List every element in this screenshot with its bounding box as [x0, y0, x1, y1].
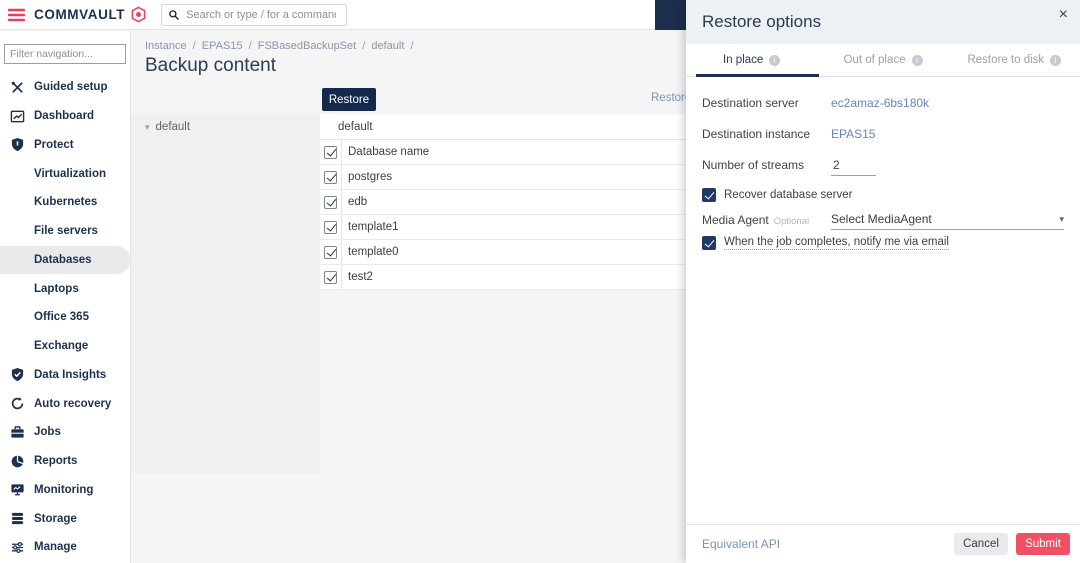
breadcrumb-instance[interactable]: Instance [145, 40, 187, 52]
tools-icon [10, 80, 25, 95]
sidebar-item-auto-recovery[interactable]: Auto recovery [0, 389, 130, 418]
backup-tree-panel: ▾ default [131, 114, 320, 473]
row-checkbox[interactable] [324, 221, 337, 234]
submit-button[interactable]: Submit [1016, 533, 1070, 555]
row-checkbox[interactable] [324, 196, 337, 209]
panel-title: Restore options [702, 12, 1059, 32]
info-icon[interactable]: i [912, 55, 923, 66]
sidebar-item-storage[interactable]: Storage [0, 504, 130, 533]
sidebar-item-manage[interactable]: Manage [0, 533, 130, 562]
table-group-header: default [320, 114, 686, 140]
sidebar-item-file-servers[interactable]: File servers [0, 217, 130, 246]
tab-in-place[interactable]: In place i [686, 44, 817, 76]
restore-button[interactable]: Restore [322, 88, 376, 111]
sidebar-item-guided-setup[interactable]: Guided setup [0, 73, 130, 102]
recover-checkbox[interactable] [702, 188, 716, 202]
select-all-checkbox[interactable] [324, 146, 337, 159]
sidebar-item-office-365[interactable]: Office 365 [0, 303, 130, 332]
main-content: Instance / EPAS15 / FSBasedBackupSet / d… [131, 31, 686, 563]
table-row-postgres[interactable]: postgres [320, 165, 686, 190]
sidebar-item-data-insights[interactable]: Data Insights [0, 361, 130, 390]
restore-options-panel: Restore options × In place i Out of plac… [686, 0, 1080, 563]
restore-link-truncated[interactable]: Restore [651, 92, 686, 104]
sidebar-item-laptops[interactable]: Laptops [0, 274, 130, 303]
media-agent-row: Media AgentOptional Select MediaAgent ▾ [702, 212, 1064, 230]
page-title: Backup content [145, 55, 276, 77]
close-icon[interactable]: × [1059, 7, 1068, 23]
briefcase-icon [10, 425, 25, 440]
destination-server-value[interactable]: ec2amaz-6bs180k [831, 96, 929, 110]
shield-icon [10, 137, 25, 152]
tree-node-default[interactable]: ▾ default [131, 114, 320, 133]
breadcrumb: Instance / EPAS15 / FSBasedBackupSet / d… [145, 40, 417, 52]
filter-navigation-input[interactable] [4, 44, 126, 64]
global-search[interactable] [161, 4, 347, 26]
commvault-brand-text: COMMVAULT [34, 7, 125, 22]
monitor-icon [10, 482, 25, 497]
destination-instance-value[interactable]: EPAS15 [831, 127, 875, 141]
row-checkbox[interactable] [324, 171, 337, 184]
top-bar: COMMVAULT [0, 0, 686, 30]
sidebar-item-virtualization[interactable]: Virtualization [0, 159, 130, 188]
tree-expand-caret-icon[interactable]: ▾ [145, 122, 150, 133]
commvault-logo-icon [130, 6, 147, 23]
backup-content-table: default Database name postgres edb templ… [320, 114, 686, 290]
sidebar-item-databases[interactable]: Databases [0, 246, 130, 275]
topbar-dark-strip [655, 0, 686, 30]
info-icon[interactable]: i [769, 55, 780, 66]
sidebar-item-monitoring[interactable]: Monitoring [0, 476, 130, 505]
destination-server-row: Destination server ec2amaz-6bs180k [702, 96, 1064, 110]
notify-checkbox[interactable] [702, 236, 716, 250]
equivalent-api-link[interactable]: Equivalent API [702, 537, 954, 551]
shield-check-icon [10, 367, 25, 382]
sidebar-item-protect[interactable]: Protect [0, 131, 130, 160]
streams-input[interactable] [831, 158, 876, 176]
table-row-edb[interactable]: edb [320, 190, 686, 215]
optional-hint: Optional [774, 216, 809, 227]
table-row-test2[interactable]: test2 [320, 265, 686, 290]
table-row-template1[interactable]: template1 [320, 215, 686, 240]
sidebar-item-kubernetes[interactable]: Kubernetes [0, 188, 130, 217]
table-row-template0[interactable]: template0 [320, 240, 686, 265]
search-input[interactable] [186, 9, 336, 21]
panel-footer: Equivalent API Cancel Submit [686, 524, 1080, 563]
sidebar-item-exchange[interactable]: Exchange [0, 332, 130, 361]
chevron-down-icon: ▾ [1059, 214, 1064, 225]
breadcrumb-fsbasedbackupset[interactable]: FSBasedBackupSet [258, 40, 356, 52]
cancel-button[interactable]: Cancel [954, 533, 1008, 555]
sidebar-item-jobs[interactable]: Jobs [0, 418, 130, 447]
notify-email-option[interactable]: When the job completes, notify me via em… [702, 236, 949, 250]
row-checkbox[interactable] [324, 246, 337, 259]
restore-tabs: In place i Out of place i Restore to dis… [686, 44, 1080, 77]
sidebar-nav: Guided setup Dashboard Protect Virtualiz… [0, 31, 131, 563]
row-checkbox[interactable] [324, 271, 337, 284]
sidebar-item-reports[interactable]: Reports [0, 447, 130, 476]
table-header-row: Database name [320, 140, 686, 165]
media-agent-select[interactable]: Select MediaAgent ▾ [831, 212, 1064, 230]
recovery-arrows-icon [10, 396, 25, 411]
sidebar-items: Guided setup Dashboard Protect Virtualiz… [0, 73, 130, 562]
sliders-icon [10, 540, 25, 555]
destination-instance-row: Destination instance EPAS15 [702, 127, 1064, 141]
storage-discs-icon [10, 511, 25, 526]
dashboard-icon [10, 109, 25, 124]
search-icon [168, 9, 180, 21]
info-icon[interactable]: i [1050, 55, 1061, 66]
sidebar-item-dashboard[interactable]: Dashboard [0, 102, 130, 131]
breadcrumb-epas15[interactable]: EPAS15 [202, 40, 243, 52]
recover-database-server-option[interactable]: Recover database server [702, 188, 852, 202]
breadcrumb-default[interactable]: default [371, 40, 404, 52]
tab-out-of-place[interactable]: Out of place i [817, 44, 948, 76]
pie-chart-icon [10, 454, 25, 469]
number-of-streams-row: Number of streams [702, 158, 1064, 176]
panel-header: Restore options × [686, 0, 1080, 44]
tab-restore-to-disk[interactable]: Restore to disk i [949, 44, 1080, 76]
hamburger-menu-icon[interactable] [8, 8, 25, 22]
